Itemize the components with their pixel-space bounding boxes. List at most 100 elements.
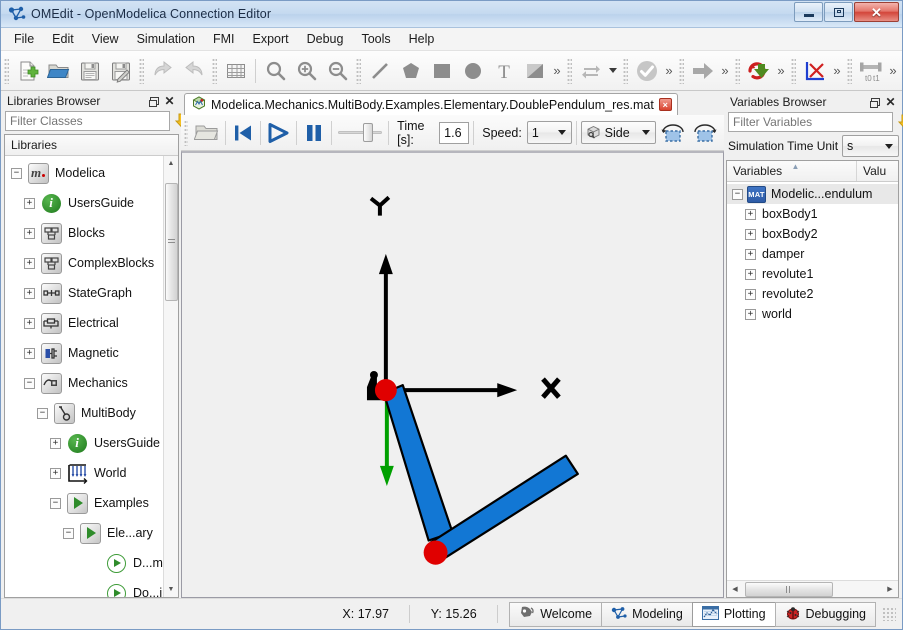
menu-file[interactable]: File [5, 29, 43, 49]
tree-item-mechanics[interactable]: − Mechanics [5, 368, 178, 398]
resimulate-dropdown-button[interactable] [606, 55, 620, 87]
save-as-icon[interactable] [105, 55, 136, 87]
perspective-modeling[interactable]: Modeling [601, 602, 693, 627]
maximize-button[interactable] [824, 2, 853, 22]
toolbar-grip[interactable] [847, 58, 852, 84]
down-arrow-icon[interactable] [898, 112, 903, 132]
libraries-vertical-scrollbar[interactable]: ▲ ▼ [163, 156, 178, 597]
filter-variables-input[interactable] [728, 112, 893, 132]
new-file-icon[interactable] [12, 55, 43, 87]
text-icon[interactable]: T [488, 55, 519, 87]
scroll-thumb[interactable] [745, 582, 833, 597]
scroll-track[interactable] [164, 171, 179, 582]
toolbar-grip[interactable] [791, 58, 796, 84]
scroll-track[interactable] [743, 582, 882, 597]
tree-item-electrical[interactable]: + Electrical [5, 308, 178, 338]
close-icon[interactable]: ✕ [162, 94, 177, 109]
tree-item-usersguide[interactable]: + i UsersGuide [5, 188, 178, 218]
expander-minus-icon[interactable]: − [63, 528, 74, 539]
line-icon[interactable] [364, 55, 395, 87]
shapes-overflow-button[interactable]: » [550, 55, 564, 87]
grid-icon[interactable] [220, 55, 251, 87]
variables-item-boxbody1[interactable]: + boxBody1 [727, 204, 898, 224]
expander-minus-icon[interactable]: − [50, 498, 61, 509]
play-icon[interactable] [264, 118, 292, 148]
open-folder-icon[interactable] [43, 55, 74, 87]
tree-item-complexblocks[interactable]: + ComplexBlocks [5, 248, 178, 278]
variables-item-revolute2[interactable]: + revolute2 [727, 284, 898, 304]
toolbar-grip[interactable] [139, 58, 144, 84]
tree-item-examples[interactable]: − Examples [5, 488, 178, 518]
expander-plus-icon[interactable]: + [745, 229, 756, 240]
tree-item-doublependulum2[interactable]: Do...in [5, 578, 178, 597]
check-model-icon[interactable] [631, 55, 662, 87]
slider-handle[interactable] [363, 123, 373, 142]
zoom-out-icon[interactable] [322, 55, 353, 87]
variables-item-revolute1[interactable]: + revolute1 [727, 264, 898, 284]
expander-plus-icon[interactable]: + [24, 258, 35, 269]
tree-item-blocks[interactable]: + Blocks [5, 218, 178, 248]
arrow-right-icon[interactable] [687, 55, 718, 87]
toolbar-grip[interactable] [735, 58, 740, 84]
scroll-thumb[interactable] [165, 183, 178, 301]
expander-minus-icon[interactable]: − [732, 189, 743, 200]
rotate-left-icon[interactable] [658, 118, 688, 148]
menu-tools[interactable]: Tools [352, 29, 399, 49]
minimize-button[interactable] [794, 2, 823, 22]
expander-plus-icon[interactable]: + [24, 198, 35, 209]
column-variables[interactable]: ▲ Variables [727, 161, 856, 181]
chevron-down-icon[interactable] [880, 144, 898, 149]
rotate-right-icon[interactable] [690, 118, 720, 148]
editor-tab[interactable]: Modelica.Mechanics.MultiBody.Examples.El… [184, 93, 678, 115]
float-icon[interactable] [147, 94, 162, 109]
speed-combo[interactable]: 1 [527, 121, 572, 144]
instantiate-overflow-button[interactable]: » [718, 55, 732, 87]
libraries-tree[interactable]: − m Modelica + i UsersGuide + [5, 156, 178, 597]
expander-plus-icon[interactable]: + [745, 269, 756, 280]
simulate-icon[interactable] [743, 55, 774, 87]
menu-debug[interactable]: Debug [298, 29, 353, 49]
toolbar-grip[interactable] [679, 58, 684, 84]
scroll-down-icon[interactable]: ▼ [164, 582, 179, 597]
animation-viewport[interactable]: X Y [181, 151, 724, 598]
tree-item-elementary[interactable]: − Ele...ary [5, 518, 178, 548]
tree-item-doublependulum[interactable]: D...m [5, 548, 178, 578]
tlm-overflow-button[interactable]: » [886, 55, 900, 87]
variables-tree[interactable]: − MAT Modelic...endulum + boxBody1 + box… [727, 182, 898, 580]
expander-minus-icon[interactable]: − [24, 378, 35, 389]
expander-plus-icon[interactable]: + [24, 348, 35, 359]
simulate-overflow-button[interactable]: » [774, 55, 788, 87]
column-libraries[interactable]: Libraries [5, 135, 178, 155]
scroll-right-icon[interactable]: ▶ [882, 582, 898, 597]
column-value[interactable]: Valu [856, 161, 898, 181]
check-overflow-button[interactable]: » [662, 55, 676, 87]
pause-icon[interactable] [301, 118, 327, 148]
toolbar-grip[interactable] [184, 120, 188, 146]
resize-grip[interactable] [882, 607, 896, 621]
tree-item-multibody[interactable]: − MultiBody [5, 398, 178, 428]
expander-plus-icon[interactable]: + [745, 249, 756, 260]
expander-plus-icon[interactable]: + [745, 209, 756, 220]
menu-view[interactable]: View [83, 29, 128, 49]
scroll-up-icon[interactable]: ▲ [164, 156, 179, 171]
zoom-in-icon[interactable] [291, 55, 322, 87]
variables-item-root[interactable]: − MAT Modelic...endulum [727, 184, 898, 204]
toolbar-grip[interactable] [567, 58, 572, 84]
ellipse-icon[interactable] [457, 55, 488, 87]
expander-minus-icon[interactable]: − [37, 408, 48, 419]
view-combo[interactable]: Side [581, 121, 656, 144]
swap-arrows-icon[interactable] [575, 55, 606, 87]
close-icon[interactable]: ✕ [883, 94, 898, 109]
expander-plus-icon[interactable]: + [24, 228, 35, 239]
expander-plus-icon[interactable]: + [50, 438, 61, 449]
tree-item-multibody-usersguide[interactable]: + i UsersGuide [5, 428, 178, 458]
menu-edit[interactable]: Edit [43, 29, 83, 49]
plot-overflow-button[interactable]: » [830, 55, 844, 87]
menu-simulation[interactable]: Simulation [128, 29, 204, 49]
perspective-debugging[interactable]: Debugging [775, 602, 876, 627]
tree-item-stategraph[interactable]: + StateGraph [5, 278, 178, 308]
menu-help[interactable]: Help [400, 29, 444, 49]
undo-icon[interactable] [147, 55, 178, 87]
toolbar-grip[interactable] [4, 58, 9, 84]
expander-minus-icon[interactable]: − [11, 168, 22, 179]
